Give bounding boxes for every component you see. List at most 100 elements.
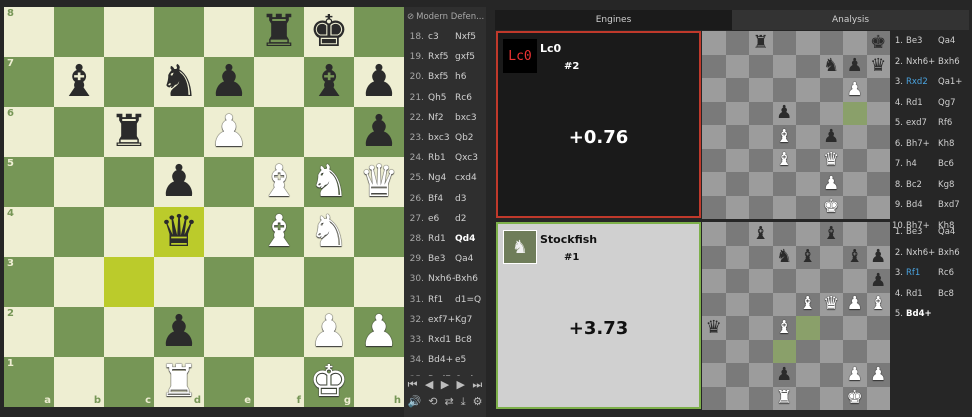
square-f4[interactable]: ♝ xyxy=(254,207,304,257)
black-pawn-icon[interactable]: ♟ xyxy=(354,107,404,157)
sound-icon[interactable]: 🔊 xyxy=(408,395,422,408)
tab-analysis[interactable]: Analysis xyxy=(732,10,969,30)
square-c7[interactable] xyxy=(104,57,154,107)
black-move[interactable]: h6 xyxy=(455,72,482,82)
square-e1[interactable]: e xyxy=(204,357,254,407)
black-move[interactable]: Qb2 xyxy=(455,133,482,143)
square-h7[interactable]: ♟ xyxy=(354,57,404,107)
square-b8[interactable] xyxy=(54,7,104,57)
pv-white-move[interactable]: Rf1 xyxy=(906,268,938,278)
square-a4[interactable]: 4 xyxy=(4,207,54,257)
black-move[interactable]: Nxf5 xyxy=(455,32,482,42)
square-g4[interactable]: ♞ xyxy=(304,207,354,257)
white-move[interactable]: Bd4+ xyxy=(428,355,455,365)
white-pawn-icon[interactable]: ♟ xyxy=(304,307,354,357)
tab-engines[interactable]: Engines xyxy=(495,10,732,30)
square-g7[interactable]: ♝ xyxy=(304,57,354,107)
share-icon[interactable]: ⇄ xyxy=(444,395,453,408)
square-e8[interactable] xyxy=(204,7,254,57)
black-pawn-icon[interactable]: ♟ xyxy=(204,57,254,107)
black-move[interactable]: cxd4 xyxy=(455,173,482,183)
white-move[interactable]: Rxd1 xyxy=(428,335,455,345)
square-h1[interactable]: h xyxy=(354,357,404,407)
white-move[interactable]: c3 xyxy=(428,32,455,42)
pv-white-move[interactable]: Be3 xyxy=(906,227,938,237)
chess-board[interactable]: 8 ♜ ♚ 7 ♝ ♞ ♟ ♝ ♟ 6 ♜ ♟ ♟ 5 ♟ ♝ ♞ ♛ 4 ♛ ♝ ♞ 3 2 ♟ ♟ ♟ 1 a b c ♜ d e f ♚ g h xyxy=(4,7,404,407)
square-a8[interactable]: 8 xyxy=(4,7,54,57)
square-a6[interactable]: 6 xyxy=(4,107,54,157)
square-c5[interactable] xyxy=(104,157,154,207)
black-move[interactable]: d3 xyxy=(455,194,482,204)
square-f3[interactable] xyxy=(254,257,304,307)
square-b2[interactable] xyxy=(54,307,104,357)
first-move-icon[interactable]: ⏮ xyxy=(408,378,418,392)
pv-black-move[interactable]: Kh8 xyxy=(938,139,966,149)
square-h6[interactable]: ♟ xyxy=(354,107,404,157)
square-h3[interactable] xyxy=(354,257,404,307)
black-move[interactable]: Qd4 xyxy=(455,234,482,244)
pv-white-move[interactable]: Bd4 xyxy=(906,200,938,210)
black-move[interactable]: e5 xyxy=(455,355,482,365)
white-pawn-icon[interactable]: ♟ xyxy=(204,107,254,157)
square-g5[interactable]: ♞ xyxy=(304,157,354,207)
pv-white-move[interactable]: Rxd2 xyxy=(906,77,938,87)
white-bishop-icon[interactable]: ♝ xyxy=(254,207,304,257)
pv-white-move[interactable]: Be3 xyxy=(906,36,938,46)
download-icon[interactable]: ⤓ xyxy=(461,395,466,409)
black-queen-icon[interactable]: ♛ xyxy=(154,207,204,257)
square-c4[interactable] xyxy=(104,207,154,257)
square-c8[interactable] xyxy=(104,7,154,57)
black-bishop-icon[interactable]: ♝ xyxy=(304,57,354,107)
square-d3[interactable] xyxy=(154,257,204,307)
square-h4[interactable] xyxy=(354,207,404,257)
white-move[interactable]: Be3 xyxy=(428,254,455,264)
black-move[interactable]: Bc8 xyxy=(455,335,482,345)
pv-black-move[interactable]: Rf6 xyxy=(938,118,966,128)
settings-icon[interactable]: ⚙ xyxy=(473,395,483,408)
square-b5[interactable] xyxy=(54,157,104,207)
white-move[interactable]: e6 xyxy=(428,214,455,224)
square-f7[interactable] xyxy=(254,57,304,107)
square-f5[interactable]: ♝ xyxy=(254,157,304,207)
white-move[interactable]: Bxf5 xyxy=(428,72,455,82)
white-queen-icon[interactable]: ♛ xyxy=(354,157,404,207)
square-f1[interactable]: f xyxy=(254,357,304,407)
pv-black-move[interactable]: Qg7 xyxy=(938,98,966,108)
square-a2[interactable]: 2 xyxy=(4,307,54,357)
white-knight-icon[interactable]: ♞ xyxy=(304,207,354,257)
square-b4[interactable] xyxy=(54,207,104,257)
black-rook-icon[interactable]: ♜ xyxy=(254,7,304,57)
square-e6[interactable]: ♟ xyxy=(204,107,254,157)
square-d1[interactable]: ♜ d xyxy=(154,357,204,407)
pv-black-move[interactable]: Bc8 xyxy=(938,289,966,299)
flip-board-icon[interactable]: ⟲ xyxy=(428,395,437,408)
square-e3[interactable] xyxy=(204,257,254,307)
white-move[interactable]: bxc3 xyxy=(428,133,455,143)
square-f6[interactable] xyxy=(254,107,304,157)
black-move[interactable]: Qxc3 xyxy=(455,153,482,163)
white-move[interactable]: exf7+ xyxy=(428,315,455,325)
square-a3[interactable]: 3 xyxy=(4,257,54,307)
square-c6[interactable]: ♜ xyxy=(104,107,154,157)
pv-black-move[interactable]: Bxh6 xyxy=(938,248,966,258)
square-f8[interactable]: ♜ xyxy=(254,7,304,57)
square-c3[interactable] xyxy=(104,257,154,307)
pv-white-move[interactable]: Rd1 xyxy=(906,98,938,108)
black-move[interactable]: Kg7 xyxy=(455,315,482,325)
black-knight-icon[interactable]: ♞ xyxy=(154,57,204,107)
square-h8[interactable] xyxy=(354,7,404,57)
white-move[interactable]: Rb1 xyxy=(428,153,455,163)
pv-white-move[interactable]: Bh7+ xyxy=(906,139,938,149)
white-move[interactable]: Nxh6+ xyxy=(428,274,455,284)
square-a5[interactable]: 5 xyxy=(4,157,54,207)
square-f2[interactable] xyxy=(254,307,304,357)
pv-black-move[interactable]: Bxd7 xyxy=(938,200,966,210)
white-move[interactable]: Rxf5 xyxy=(428,52,455,62)
square-g3[interactable] xyxy=(304,257,354,307)
square-e2[interactable] xyxy=(204,307,254,357)
white-move[interactable]: Bf4 xyxy=(428,194,455,204)
white-bishop-icon[interactable]: ♝ xyxy=(254,157,304,207)
pv-white-move[interactable]: Bd4+ xyxy=(906,309,938,319)
square-a1[interactable]: 1a xyxy=(4,357,54,407)
square-h2[interactable]: ♟ xyxy=(354,307,404,357)
